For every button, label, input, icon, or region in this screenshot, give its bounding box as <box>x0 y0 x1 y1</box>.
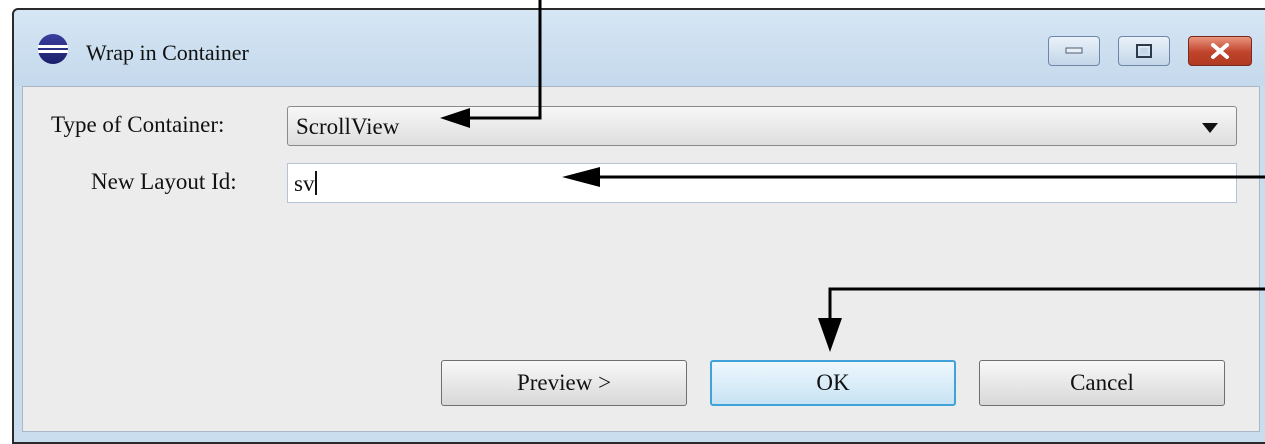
close-button[interactable] <box>1188 36 1252 66</box>
ok-button[interactable]: OK <box>710 360 956 406</box>
container-type-value: ScrollView <box>296 114 400 139</box>
eclipse-app-icon <box>38 34 68 64</box>
minimize-button[interactable] <box>1048 36 1100 66</box>
layout-id-value: sv <box>294 171 315 196</box>
container-type-label: Type of Container: <box>51 112 225 137</box>
close-icon <box>1211 43 1229 59</box>
dropdown-arrow-icon[interactable] <box>1202 123 1218 133</box>
dialog-content: Type of Container: ScrollView New Layout… <box>22 86 1260 432</box>
maximize-button[interactable] <box>1118 36 1170 66</box>
container-type-select[interactable]: ScrollView <box>287 106 1237 146</box>
dialog-window: Wrap in Container Type of Container: Scr… <box>12 8 1265 444</box>
layout-id-input[interactable]: sv <box>287 163 1237 203</box>
preview-button[interactable]: Preview > <box>441 360 687 406</box>
cancel-button[interactable]: Cancel <box>979 360 1225 406</box>
text-caret <box>315 171 318 195</box>
layout-id-label: New Layout Id: <box>91 169 237 194</box>
dialog-title: Wrap in Container <box>86 40 249 65</box>
minimize-icon <box>1065 47 1083 54</box>
maximize-icon <box>1136 44 1152 58</box>
title-bar: Wrap in Container <box>14 10 1265 86</box>
